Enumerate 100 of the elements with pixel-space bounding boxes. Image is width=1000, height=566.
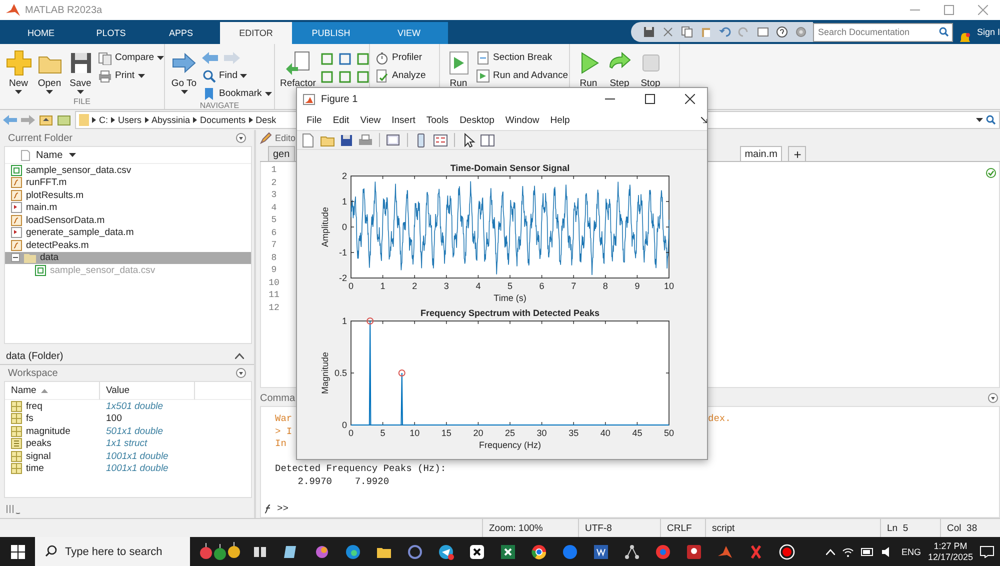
ribbon-button[interactable]: Compare <box>98 50 164 65</box>
tool-icon[interactable] <box>338 52 352 66</box>
up-folder-icon[interactable] <box>39 114 53 126</box>
browse-folder-icon[interactable] <box>57 114 71 126</box>
tick-label: 40 <box>600 428 610 438</box>
menu-item[interactable]: Insert <box>386 111 421 129</box>
path-segment[interactable]: Documents <box>200 115 246 125</box>
folder-entry[interactable]: generate_sample_data.m <box>5 226 251 239</box>
window-icon[interactable] <box>386 132 401 148</box>
legend-icon[interactable] <box>433 132 448 148</box>
ribbon-button[interactable]: Save <box>67 46 94 94</box>
collapse-icon[interactable] <box>988 393 998 403</box>
warning-text: War <box>275 413 292 426</box>
tool-icon[interactable] <box>320 70 334 84</box>
printer-icon[interactable] <box>358 132 373 148</box>
ribbon-button[interactable]: New <box>5 46 32 94</box>
ribbon-button[interactable]: Section Break <box>476 50 568 65</box>
menu-item[interactable]: File <box>301 111 328 129</box>
ribbon-button[interactable]: Analyze <box>375 68 426 83</box>
ribbon-button[interactable]: Find <box>202 68 272 83</box>
menu-item[interactable]: Help <box>544 111 576 129</box>
tool-icon[interactable] <box>356 70 370 84</box>
help-icon[interactable] <box>776 26 788 38</box>
tool-icon[interactable] <box>320 52 334 66</box>
folder-entry[interactable]: main.m <box>5 202 251 214</box>
ribbon-button[interactable]: Profiler <box>375 50 426 65</box>
gear-icon[interactable] <box>794 26 807 38</box>
menu-item[interactable]: Desktop <box>454 111 500 129</box>
ribbon-button[interactable]: Refactor <box>280 46 316 89</box>
copy-icon[interactable] <box>680 26 693 38</box>
path-segment[interactable]: Desk <box>256 115 276 125</box>
column-header[interactable]: Value <box>100 382 195 400</box>
ribbon-button[interactable]: Run and Advance <box>476 68 568 83</box>
tool-icon[interactable] <box>356 52 370 66</box>
tick-label: 0 <box>348 428 354 438</box>
scissors-icon[interactable] <box>662 26 674 38</box>
ribbon-button[interactable]: Stop <box>637 46 664 89</box>
path-segment[interactable]: C: <box>99 115 108 125</box>
panel-icon[interactable] <box>480 132 495 148</box>
browser-icon <box>530 544 546 560</box>
tool-icon[interactable] <box>338 70 352 84</box>
line-number: 3 <box>271 190 277 202</box>
column-header[interactable]: Name <box>5 147 251 164</box>
save-icon[interactable] <box>339 132 354 148</box>
line-number: 10 <box>268 278 280 290</box>
peak-marker <box>366 318 374 324</box>
search-icon[interactable] <box>986 115 996 125</box>
save-icon[interactable] <box>642 26 655 38</box>
ribbon-button[interactable]: Bookmark <box>202 86 272 101</box>
folder-entry[interactable]: plotResults.m <box>5 189 251 202</box>
collapse-icon[interactable] <box>235 353 244 359</box>
ribbon-tab[interactable]: EDITOR <box>220 22 292 44</box>
clock[interactable]: 1:27 PM 12/17/2025 <box>928 540 973 562</box>
column-header[interactable]: Name <box>5 382 100 400</box>
sign-in-link[interactable]: Sign I <box>976 27 1000 37</box>
collapse-box-icon[interactable] <box>11 253 20 262</box>
menu-item[interactable]: Edit <box>327 111 355 129</box>
tick-label: -1 <box>338 248 347 258</box>
document-tab[interactable]: gen <box>268 146 295 161</box>
path-segment[interactable]: Abyssinia <box>152 115 190 125</box>
variable-value: 501x1 double <box>105 425 164 438</box>
command-prompt: >> <box>277 502 288 514</box>
folder-entry[interactable]: detectPeaks.m <box>5 239 251 252</box>
ribbon-tab[interactable]: APPS <box>150 22 212 44</box>
ribbon-tab[interactable]: PLOTS <box>80 22 142 44</box>
caret-up-icon[interactable] <box>826 548 836 554</box>
folder-entry[interactable]: loadSensorData.m <box>5 214 251 226</box>
menu-item[interactable]: Tools <box>420 111 454 129</box>
folder-entry[interactable]: runFFT.m <box>5 176 251 189</box>
tick-label: 9 <box>634 281 640 291</box>
dock-arrow-icon[interactable] <box>701 117 707 123</box>
ribbon-button[interactable]: Print <box>98 68 164 83</box>
new-tab-button[interactable]: + <box>788 146 806 161</box>
search-field[interactable]: Type here to search <box>35 537 190 566</box>
layout-icon[interactable] <box>6 504 22 514</box>
wifi-icon[interactable] <box>842 546 854 556</box>
folder-entry[interactable]: data <box>5 252 251 264</box>
ribbon-tab[interactable]: PUBLISH <box>292 22 370 44</box>
menu-item[interactable]: Window <box>500 111 545 129</box>
search-field[interactable]: Search Documentation <box>812 22 953 42</box>
folder-entry[interactable]: sample_sensor_data.csv <box>5 164 251 176</box>
menu-item[interactable]: View <box>354 111 386 129</box>
ribbon-button[interactable]: Run <box>575 46 602 89</box>
ribbon-tab[interactable]: HOME <box>10 22 72 44</box>
notification-icon[interactable] <box>980 546 994 558</box>
undo-icon[interactable] <box>718 26 731 38</box>
battery-icon[interactable] <box>861 548 876 556</box>
function-file-icon <box>11 240 22 251</box>
line-number: 7 <box>271 240 277 252</box>
path-segment[interactable]: Users <box>118 115 142 125</box>
sort-arrow-icon <box>41 388 48 392</box>
peak-icon <box>716 544 732 560</box>
document-tab[interactable]: main.m <box>740 146 782 161</box>
collapse-icon[interactable] <box>236 368 246 378</box>
ribbon-button[interactable]: Step <box>606 46 633 89</box>
window-icon[interactable] <box>756 26 769 38</box>
ribbon-button[interactable]: Go To <box>170 46 198 94</box>
collapse-icon[interactable] <box>236 133 246 143</box>
ribbon-tab[interactable]: VIEW <box>370 22 448 44</box>
ribbon-button[interactable]: Open <box>36 46 63 94</box>
